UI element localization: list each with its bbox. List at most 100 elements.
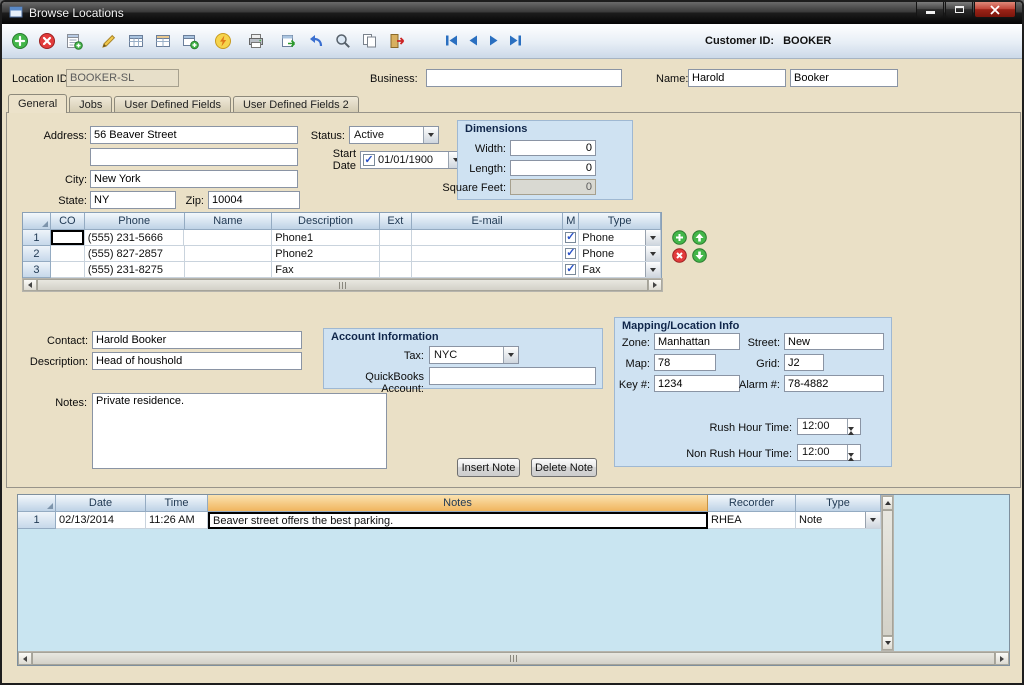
start-date-checkbox[interactable] [363, 154, 375, 166]
cell-m[interactable] [563, 230, 579, 246]
cell-phone[interactable]: (555) 231-5666 [85, 230, 185, 246]
cell-m[interactable] [563, 262, 579, 278]
m-checkbox[interactable] [565, 264, 576, 275]
chevron-down-icon[interactable] [645, 230, 660, 245]
business-field[interactable] [426, 69, 622, 87]
address2-field[interactable] [90, 148, 298, 166]
col-header-recorder[interactable]: Recorder [708, 495, 796, 512]
chevron-down-icon[interactable] [865, 512, 880, 528]
exit-icon[interactable] [387, 31, 407, 51]
last-record-icon[interactable] [507, 32, 523, 48]
scroll-up-icon[interactable] [882, 496, 893, 510]
row-header[interactable]: 2 [23, 246, 51, 262]
move-row-up-icon[interactable] [692, 230, 707, 248]
zip-field[interactable] [208, 191, 300, 209]
address1-field[interactable] [90, 126, 298, 144]
last-name-field[interactable] [790, 69, 898, 87]
cell-ext[interactable] [380, 230, 412, 246]
cell-phone[interactable]: (555) 827-2857 [85, 246, 185, 262]
chevron-down-icon[interactable] [645, 246, 660, 261]
rush-hour-time-spinner[interactable]: 12:00 [797, 418, 861, 435]
tax-dropdown[interactable]: NYC [429, 346, 519, 364]
grid-field[interactable] [784, 354, 824, 371]
delete-record-icon[interactable] [37, 31, 57, 51]
m-checkbox[interactable] [565, 232, 576, 243]
col-header-type[interactable]: Type [796, 495, 881, 512]
col-header-notes[interactable]: Notes [208, 495, 708, 512]
phone-row[interactable]: 1 (555) 231-5666 Phone1 Phone [23, 230, 661, 246]
col-header-email[interactable]: E-mail [412, 213, 564, 230]
edit-pencil-icon[interactable] [99, 31, 119, 51]
status-dropdown[interactable]: Active [349, 126, 439, 144]
cell-name[interactable] [184, 230, 272, 246]
tab-jobs[interactable]: Jobs [69, 96, 112, 113]
cell-phone[interactable]: (555) 231-8275 [85, 262, 185, 278]
state-field[interactable] [90, 191, 176, 209]
notes-grid-vscrollbar[interactable] [881, 495, 894, 651]
notes-grid-corner[interactable] [18, 495, 56, 512]
cell-description[interactable]: Phone2 [272, 246, 380, 262]
cell-ext[interactable] [380, 262, 412, 278]
print-icon[interactable] [246, 31, 266, 51]
row-header[interactable]: 1 [18, 512, 56, 529]
phone-grid-corner[interactable] [23, 213, 51, 230]
search-icon[interactable] [333, 31, 353, 51]
scrollbar-thumb[interactable] [32, 652, 995, 665]
m-checkbox[interactable] [565, 248, 576, 259]
description-field[interactable] [92, 352, 302, 370]
chevron-down-icon[interactable] [503, 347, 518, 363]
alarm-number-field[interactable] [784, 375, 884, 392]
maximize-button[interactable] [945, 2, 973, 18]
row-header[interactable]: 3 [23, 262, 51, 278]
previous-record-icon[interactable] [465, 32, 481, 48]
delete-note-button[interactable]: Delete Note [531, 458, 597, 477]
notes-grid-hscrollbar[interactable] [18, 651, 1009, 665]
length-field[interactable] [510, 160, 596, 176]
scroll-down-icon[interactable] [882, 636, 893, 650]
key-number-field[interactable] [654, 375, 740, 392]
scroll-left-icon[interactable] [18, 652, 32, 665]
next-record-icon[interactable] [486, 32, 502, 48]
title-bar[interactable]: Browse Locations [2, 2, 1022, 24]
city-field[interactable] [90, 170, 298, 188]
col-header-m[interactable]: M [563, 213, 579, 230]
tab-user-defined-fields-2[interactable]: User Defined Fields 2 [233, 96, 359, 113]
col-header-ext[interactable]: Ext [380, 213, 412, 230]
new-record-icon[interactable] [10, 31, 30, 51]
export-grid-icon[interactable] [279, 31, 299, 51]
first-name-field[interactable] [688, 69, 786, 87]
cell-time[interactable]: 11:26 AM [146, 512, 208, 529]
cell-description[interactable]: Phone1 [272, 230, 380, 246]
cell-email[interactable] [412, 246, 564, 262]
insert-note-button[interactable]: Insert Note [457, 458, 520, 477]
cell-recorder[interactable]: RHEA [708, 512, 796, 529]
browse-grid-icon[interactable] [126, 31, 146, 51]
notes-textarea[interactable]: Private residence. [92, 393, 387, 469]
col-header-type[interactable]: Type [579, 213, 661, 230]
map-field[interactable] [654, 354, 716, 371]
phone-grid-hscrollbar[interactable] [22, 278, 663, 292]
scrollbar-thumb[interactable] [37, 279, 648, 291]
col-header-description[interactable]: Description [272, 213, 380, 230]
street-field[interactable] [784, 333, 884, 350]
cell-date[interactable]: 02/13/2014 [56, 512, 146, 529]
chevron-down-icon[interactable] [645, 262, 660, 277]
col-header-phone[interactable]: Phone [85, 213, 185, 230]
phone-row[interactable]: 2 (555) 827-2857 Phone2 Phone [23, 246, 661, 262]
cell-description[interactable]: Fax [272, 262, 380, 278]
note-row[interactable]: 1 02/13/2014 11:26 AM Beaver street offe… [18, 512, 1009, 529]
cell-name[interactable] [185, 262, 273, 278]
col-header-date[interactable]: Date [56, 495, 146, 512]
width-field[interactable] [510, 140, 596, 156]
copy-icon[interactable] [360, 31, 380, 51]
contact-field[interactable] [92, 331, 302, 349]
list-grid-icon[interactable] [153, 31, 173, 51]
cell-co[interactable] [51, 246, 85, 262]
cell-co[interactable] [51, 262, 85, 278]
cell-email[interactable] [412, 262, 564, 278]
col-header-co[interactable]: CO [51, 213, 85, 230]
close-button[interactable] [974, 2, 1016, 18]
spin-down-icon[interactable] [848, 431, 860, 443]
cell-m[interactable] [563, 246, 579, 262]
tab-user-defined-fields[interactable]: User Defined Fields [114, 96, 231, 113]
